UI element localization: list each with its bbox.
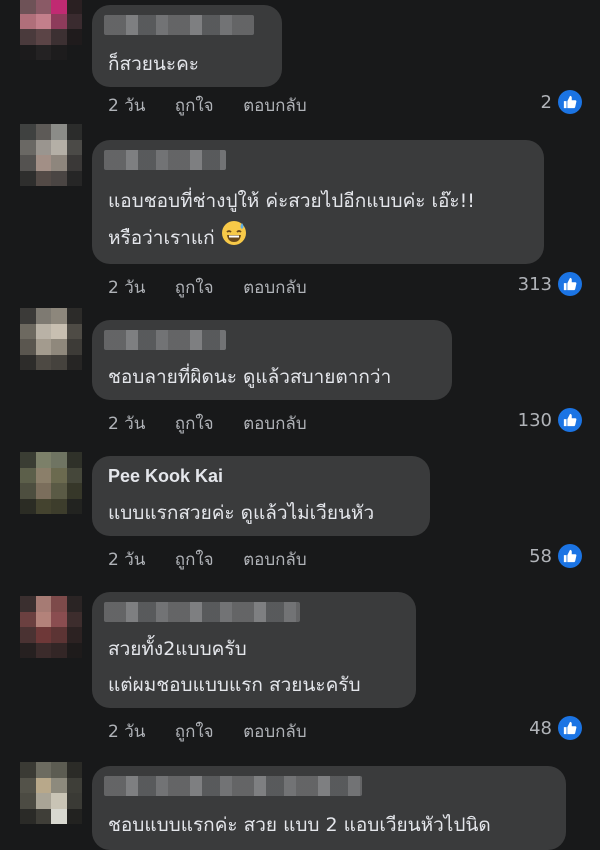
comment-bubble: ชอบแบบแรกค่ะ สวย แบบ 2 แอบเวียนหัวไปนิด <box>92 766 566 850</box>
comment-text: ชอบลายที่ผิดนะ ดูแล้วสบายตากว่า <box>108 366 392 388</box>
like-count: 48 <box>529 717 552 739</box>
comment-text: หรือว่าเราแก่ <box>108 227 215 249</box>
avatar[interactable] <box>20 762 82 824</box>
comment-bubble: สวยทั้ง2แบบครับ แต่ผมชอบแบบแรก สวยนะครับ <box>92 592 416 708</box>
comment-text: แต่ผมชอบแบบแรก สวยนะครับ <box>108 674 361 696</box>
avatar[interactable] <box>20 452 82 514</box>
comment-actions: 2 วัน ถูกใจ ตอบกลับ <box>108 410 331 437</box>
reaction-count[interactable]: 313 <box>518 272 582 296</box>
reply-link[interactable]: ตอบกลับ <box>243 96 307 116</box>
timestamp[interactable]: 2 วัน <box>108 278 145 298</box>
comment-actions: 2 วัน ถูกใจ ตอบกลับ <box>108 546 331 573</box>
avatar[interactable] <box>20 124 82 186</box>
reply-link[interactable]: ตอบกลับ <box>243 550 307 570</box>
comment-bubble: Pee Kook Kai แบบแรกสวยค่ะ ดูแล้วไม่เวียน… <box>92 456 430 536</box>
timestamp[interactable]: 2 วัน <box>108 550 145 570</box>
comment-text: สวยทั้ง2แบบครับ <box>108 638 247 660</box>
avatar[interactable] <box>20 0 82 60</box>
comment-text-line2: หรือว่าเราแก่ <box>108 220 247 257</box>
like-link[interactable]: ถูกใจ <box>175 96 214 116</box>
like-link[interactable]: ถูกใจ <box>175 278 214 298</box>
comment-text: ก็สวยนะคะ <box>108 53 200 75</box>
avatar[interactable] <box>20 596 82 658</box>
author-name-blurred[interactable] <box>104 776 362 796</box>
thumbs-up-icon <box>558 716 582 740</box>
reaction-count[interactable]: 130 <box>518 408 582 432</box>
comment-text: ชอบแบบแรกค่ะ สวย แบบ 2 แอบเวียนหัวไปนิด <box>108 814 491 836</box>
reply-link[interactable]: ตอบกลับ <box>243 722 307 742</box>
author-name[interactable]: Pee Kook Kai <box>108 466 223 487</box>
comment-text: แบบแรกสวยค่ะ ดูแล้วไม่เวียนหัว <box>108 502 375 524</box>
thumbs-up-icon <box>558 544 582 568</box>
comment-actions: 2 วัน ถูกใจ ตอบกลับ <box>108 92 331 119</box>
grinning-sweat-emoji <box>221 220 247 257</box>
avatar[interactable] <box>20 308 82 370</box>
thumbs-up-icon <box>558 90 582 114</box>
thumbs-up-icon <box>558 272 582 296</box>
reply-link[interactable]: ตอบกลับ <box>243 414 307 434</box>
comment-actions: 2 วัน ถูกใจ ตอบกลับ <box>108 718 331 745</box>
reaction-count[interactable]: 48 <box>529 716 582 740</box>
comment-actions: 2 วัน ถูกใจ ตอบกลับ <box>108 274 331 301</box>
reply-link[interactable]: ตอบกลับ <box>243 278 307 298</box>
author-name-blurred[interactable] <box>104 15 254 35</box>
timestamp[interactable]: 2 วัน <box>108 96 145 116</box>
like-count: 130 <box>517 409 552 431</box>
like-count: 313 <box>517 273 552 295</box>
reaction-count[interactable]: 2 <box>541 90 582 114</box>
comment-text: แอบชอบที่ช่างปูให้ ค่ะสวยไปอีกแบบค่ะ เอ๊… <box>108 190 475 212</box>
comment-bubble: ชอบลายที่ผิดนะ ดูแล้วสบายตากว่า <box>92 320 452 400</box>
author-name-blurred[interactable] <box>104 150 226 170</box>
thumbs-up-icon <box>558 408 582 432</box>
reaction-count[interactable]: 58 <box>529 544 582 568</box>
author-name-blurred[interactable] <box>104 602 300 622</box>
author-name-blurred[interactable] <box>104 330 226 350</box>
timestamp[interactable]: 2 วัน <box>108 414 145 434</box>
like-link[interactable]: ถูกใจ <box>175 414 214 434</box>
comment-bubble: แอบชอบที่ช่างปูให้ ค่ะสวยไปอีกแบบค่ะ เอ๊… <box>92 140 544 264</box>
like-link[interactable]: ถูกใจ <box>175 550 214 570</box>
comment-bubble: ก็สวยนะคะ <box>92 5 282 87</box>
like-count: 2 <box>540 91 552 113</box>
like-link[interactable]: ถูกใจ <box>175 722 214 742</box>
like-count: 58 <box>529 545 552 567</box>
timestamp[interactable]: 2 วัน <box>108 722 145 742</box>
